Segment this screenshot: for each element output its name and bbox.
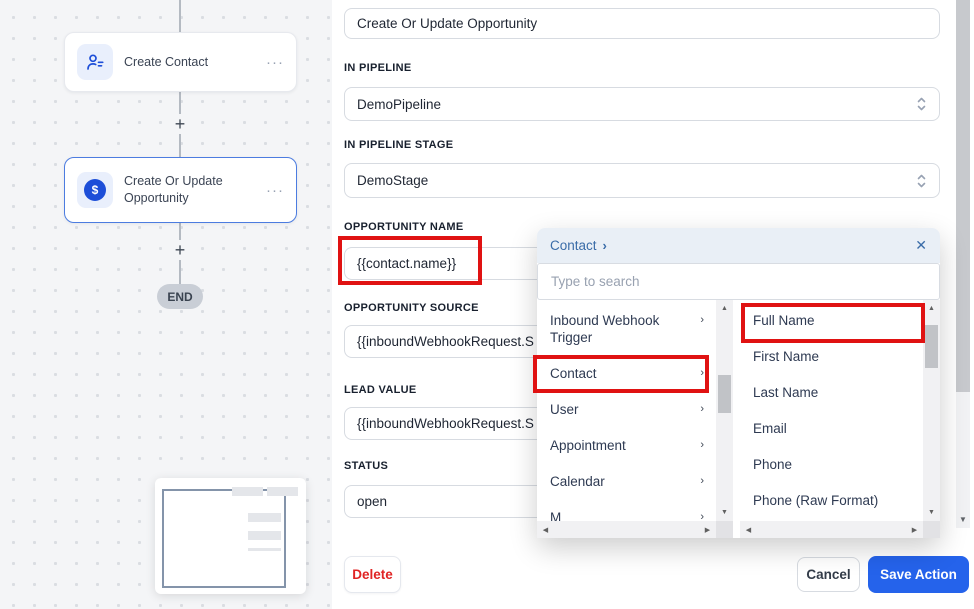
- category-label: Inbound Webhook Trigger: [550, 312, 700, 346]
- workflow-action-editor: Create Contact ··· + $ Create Or Update …: [0, 0, 974, 609]
- category-item-appointment[interactable]: Appointment ›: [537, 428, 716, 462]
- pipeline-stage-select-value: DemoStage: [357, 173, 428, 188]
- chevron-right-icon: ›: [603, 238, 607, 253]
- scroll-left-arrow-icon[interactable]: ◀: [740, 521, 757, 538]
- minimap-node-bar: [248, 531, 281, 540]
- chevron-right-icon: ›: [700, 365, 712, 382]
- scroll-left-arrow-icon[interactable]: ◀: [537, 521, 554, 538]
- picker-header: Contact › ✕: [537, 228, 940, 263]
- field-label: First Name: [753, 348, 819, 365]
- action-name-input[interactable]: [344, 8, 940, 39]
- chevron-right-icon: ›: [700, 312, 712, 329]
- field-list: Full Name First Name Last Name Email Phone Ph…: [740, 300, 923, 521]
- node-menu-icon[interactable]: ···: [266, 182, 284, 199]
- scroll-down-arrow-icon[interactable]: ▼: [923, 504, 940, 521]
- category-label: User: [550, 401, 579, 418]
- opportunity-dollar-icon: $: [77, 172, 113, 208]
- connector-line: [179, 0, 181, 32]
- node-menu-icon[interactable]: ···: [266, 54, 284, 71]
- add-step-button[interactable]: +: [170, 114, 190, 134]
- category-label: M: [550, 509, 561, 522]
- lead-value-label: LEAD VALUE: [344, 384, 416, 396]
- category-list: Inbound Webhook Trigger›Contact›User›App…: [537, 300, 716, 521]
- pipeline-select[interactable]: DemoPipeline: [344, 87, 940, 121]
- field-label: Email: [753, 420, 787, 437]
- category-item-m[interactable]: M›: [537, 500, 716, 521]
- scroll-down-arrow-icon[interactable]: ▼: [716, 504, 733, 521]
- field-item-phone-raw-format[interactable]: Phone (Raw Format): [740, 483, 923, 517]
- scrollbar-corner: [716, 521, 733, 538]
- category-item-inbound-webhook-trigger[interactable]: Inbound Webhook Trigger›: [537, 303, 716, 354]
- panel-scrollbar-thumb[interactable]: [956, 0, 970, 392]
- category-column: Inbound Webhook Trigger›Contact›User›App…: [537, 300, 733, 538]
- category-label: Calendar: [550, 473, 605, 490]
- category-item-calendar[interactable]: Calendar ›: [537, 464, 716, 498]
- add-step-button[interactable]: +: [170, 240, 190, 260]
- field-item-last-name[interactable]: Last Name: [740, 375, 923, 409]
- scroll-right-arrow-icon[interactable]: ▶: [699, 521, 716, 538]
- pipeline-stage-select[interactable]: DemoStage: [344, 163, 940, 198]
- chevron-right-icon: ›: [700, 401, 712, 418]
- scrollbar-thumb[interactable]: [718, 375, 731, 413]
- node-label: Create Contact: [124, 54, 208, 71]
- node-label: Create Or Update Opportunity: [124, 173, 252, 207]
- category-item-user[interactable]: User ›: [537, 392, 716, 426]
- scroll-up-arrow-icon[interactable]: ▲: [716, 300, 733, 317]
- contact-icon: [77, 44, 113, 80]
- scroll-down-arrow-icon[interactable]: ▼: [956, 512, 970, 526]
- minimap-node-bar: [267, 487, 298, 496]
- scrollbar-corner: [923, 521, 940, 538]
- end-node: END: [157, 284, 203, 309]
- select-updown-icon: [916, 172, 927, 190]
- cancel-button[interactable]: Cancel: [797, 557, 860, 592]
- column-gap: [733, 300, 740, 538]
- picker-search-input[interactable]: [537, 263, 940, 300]
- field-label: Phone: [753, 456, 792, 473]
- close-icon[interactable]: ✕: [915, 237, 927, 254]
- chevron-right-icon: ›: [700, 437, 712, 454]
- in-pipeline-stage-label: IN PIPELINE STAGE: [344, 139, 453, 151]
- canvas-minimap[interactable]: [155, 478, 306, 594]
- delete-button[interactable]: Delete: [344, 556, 401, 593]
- field-item-first-name[interactable]: First Name: [740, 339, 923, 373]
- chevron-right-icon: ›: [700, 509, 712, 522]
- field-label: Full Name: [753, 312, 815, 329]
- panel-scrollbar[interactable]: ▼: [956, 0, 970, 528]
- pipeline-select-value: DemoPipeline: [357, 97, 441, 112]
- field-scrollbar[interactable]: ▲ ▼: [923, 300, 940, 521]
- picker-body: Inbound Webhook Trigger›Contact›User›App…: [537, 300, 940, 538]
- chevron-right-icon: ›: [700, 473, 712, 490]
- status-label: STATUS: [344, 460, 388, 472]
- node-create-or-update-opportunity[interactable]: $ Create Or Update Opportunity ···: [64, 157, 297, 223]
- scrollbar-thumb[interactable]: [925, 325, 938, 368]
- field-hscrollbar[interactable]: ◀ ▶: [740, 521, 940, 538]
- field-item-full-name[interactable]: Full Name: [740, 303, 923, 337]
- opportunity-source-label: OPPORTUNITY SOURCE: [344, 302, 479, 314]
- workflow-canvas[interactable]: Create Contact ··· + $ Create Or Update …: [0, 0, 332, 609]
- field-label: Phone (Raw Format): [753, 492, 878, 509]
- picker-breadcrumb[interactable]: Contact: [550, 238, 597, 253]
- field-label: Last Name: [753, 384, 818, 401]
- field-column: Full Name First Name Last Name Email Phone Ph…: [740, 300, 940, 538]
- field-item-email[interactable]: Email: [740, 411, 923, 445]
- opportunity-name-label: OPPORTUNITY NAME: [344, 221, 464, 233]
- minimap-node-bar: [232, 487, 263, 496]
- category-scrollbar[interactable]: ▲ ▼: [716, 300, 733, 521]
- save-action-button[interactable]: Save Action: [868, 556, 969, 593]
- category-item-contact[interactable]: Contact ›: [537, 356, 716, 390]
- custom-values-picker: Contact › ✕ Inbound Webhook Trigger›Cont…: [537, 228, 940, 538]
- in-pipeline-label: IN PIPELINE: [344, 62, 411, 74]
- field-item-phone[interactable]: Phone: [740, 447, 923, 481]
- category-label: Appointment: [550, 437, 626, 454]
- category-label: Contact: [550, 365, 597, 382]
- minimap-node-bar: [248, 513, 281, 522]
- scroll-up-arrow-icon[interactable]: ▲: [923, 300, 940, 317]
- node-create-contact[interactable]: Create Contact ···: [64, 32, 297, 92]
- minimap-node-bar: [248, 548, 281, 551]
- scroll-right-arrow-icon[interactable]: ▶: [906, 521, 923, 538]
- select-updown-icon: [916, 95, 927, 113]
- category-hscrollbar[interactable]: ◀ ▶: [537, 521, 733, 538]
